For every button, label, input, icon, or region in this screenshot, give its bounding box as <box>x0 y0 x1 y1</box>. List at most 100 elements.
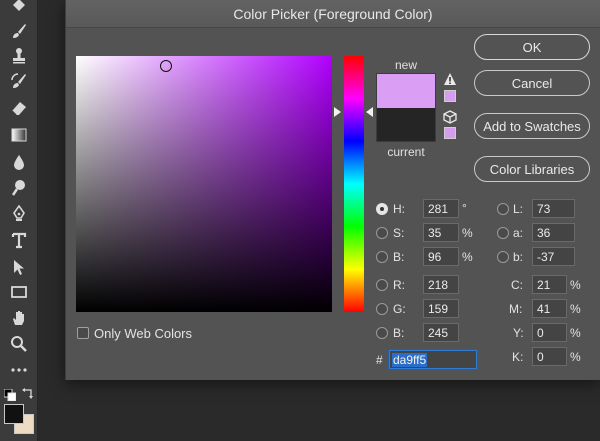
dodge-icon <box>11 180 25 196</box>
new-color-label: new <box>394 58 417 72</box>
type-tool[interactable] <box>5 229 33 251</box>
eraser-icon <box>11 102 26 116</box>
gradient-tool[interactable] <box>5 124 33 146</box>
b-channel-label: b: <box>513 250 524 264</box>
foreground-color-swatch[interactable] <box>4 404 24 424</box>
hex-value: da9ff5 <box>392 353 428 367</box>
pen-icon <box>13 205 25 221</box>
web-safe-warning-icon[interactable] <box>443 110 457 124</box>
web-safe-correction-swatch[interactable] <box>444 127 456 139</box>
black-label: K: <box>512 350 524 364</box>
saturation-label: S: <box>393 226 405 240</box>
tools-panel <box>0 0 38 441</box>
blur-tool[interactable] <box>5 151 33 173</box>
lightness-label: L: <box>513 202 524 216</box>
red-field[interactable]: 218 <box>423 275 459 294</box>
green-radio[interactable] <box>376 303 388 315</box>
eraser-tool[interactable] <box>5 97 33 119</box>
saturation-unit: % <box>462 226 473 240</box>
blue-label: B: <box>393 326 405 340</box>
hand-icon <box>13 311 24 325</box>
color-picker-ring[interactable] <box>160 60 172 72</box>
a-channel-field[interactable]: 36 <box>532 223 575 242</box>
hue-unit: ° <box>462 201 467 215</box>
clone-stamp-icon <box>13 48 25 64</box>
dodge-tool[interactable] <box>5 177 33 199</box>
clone-stamp-tool[interactable] <box>5 45 33 67</box>
hue-field[interactable]: 281 <box>423 199 459 218</box>
cyan-unit: % <box>570 278 581 292</box>
cancel-button[interactable]: Cancel <box>474 70 590 96</box>
current-color-label: current <box>387 145 425 159</box>
hue-radio[interactable] <box>376 203 388 215</box>
zoom-icon <box>11 336 27 352</box>
default-colors-icon[interactable] <box>4 389 16 401</box>
brush-icon <box>13 24 26 38</box>
cyan-label: C: <box>511 278 523 292</box>
yellow-unit: % <box>570 326 581 340</box>
brightness-radio[interactable] <box>376 251 388 263</box>
type-icon <box>11 232 27 249</box>
rectangle-tool[interactable] <box>5 281 33 303</box>
magenta-unit: % <box>570 302 581 316</box>
saturation-radio[interactable] <box>376 227 388 239</box>
brightness-label: B: <box>393 250 405 264</box>
color-picker-dialog: Color Picker (Foreground Color) new curr… <box>65 0 600 380</box>
green-field[interactable]: 159 <box>423 299 459 318</box>
dialog-title: Color Picker (Foreground Color) <box>66 0 600 28</box>
magenta-label: M: <box>509 302 523 316</box>
color-libraries-button[interactable]: Color Libraries <box>474 156 590 182</box>
hand-tool[interactable] <box>5 307 33 329</box>
paint-bucket-tool[interactable] <box>5 0 33 16</box>
zoom-tool[interactable] <box>5 333 33 355</box>
brightness-field[interactable]: 96 <box>423 247 459 266</box>
more-tools[interactable] <box>5 359 33 381</box>
rectangle-icon <box>11 286 27 298</box>
brush-tool[interactable] <box>5 20 33 42</box>
paint-bucket-icon <box>13 0 25 11</box>
blue-field[interactable]: 245 <box>423 323 459 342</box>
hue-slider-handle-right[interactable] <box>366 107 373 117</box>
magenta-field[interactable]: 41 <box>532 299 567 318</box>
history-brush-tool[interactable] <box>5 70 33 92</box>
swap-colors-icon[interactable] <box>22 387 34 399</box>
pen-tool[interactable] <box>5 203 33 225</box>
hue-slider-handle-left[interactable] <box>334 107 341 117</box>
path-selection-tool[interactable] <box>5 256 33 278</box>
hue-slider[interactable] <box>344 56 364 312</box>
current-color-swatch[interactable] <box>376 108 436 142</box>
a-channel-label: a: <box>513 226 524 240</box>
only-web-colors-label: Only Web Colors <box>94 326 193 341</box>
blur-drop-icon <box>14 155 24 170</box>
lightness-field[interactable]: 73 <box>532 199 575 218</box>
brightness-unit: % <box>462 250 473 264</box>
more-icon <box>11 368 27 372</box>
lightness-radio[interactable] <box>497 203 509 215</box>
saturation-field[interactable]: 35 <box>423 223 459 242</box>
out-of-gamut-warning-icon[interactable] <box>443 72 457 86</box>
add-to-swatches-button[interactable]: Add to Swatches <box>474 113 590 139</box>
history-brush-icon <box>11 73 26 88</box>
red-label: R: <box>393 278 405 292</box>
black-unit: % <box>570 350 581 364</box>
new-color-swatch <box>376 73 436 108</box>
yellow-field[interactable]: 0 <box>532 323 567 342</box>
color-field[interactable] <box>76 56 332 312</box>
hue-label: H: <box>393 202 405 216</box>
a-channel-radio[interactable] <box>497 227 509 239</box>
hex-field[interactable]: da9ff5 <box>388 349 478 370</box>
blue-radio[interactable] <box>376 327 388 339</box>
gradient-icon <box>11 128 27 142</box>
yellow-label: Y: <box>513 326 524 340</box>
hex-label: # <box>376 353 383 367</box>
path-selection-icon <box>14 260 24 275</box>
red-radio[interactable] <box>376 279 388 291</box>
gamut-correction-swatch[interactable] <box>444 90 456 102</box>
ok-button[interactable]: OK <box>474 34 590 60</box>
b-channel-radio[interactable] <box>497 251 509 263</box>
b-channel-field[interactable]: -37 <box>532 247 575 266</box>
green-label: G: <box>393 302 406 316</box>
black-field[interactable]: 0 <box>532 347 567 366</box>
cyan-field[interactable]: 21 <box>532 275 567 294</box>
only-web-colors-checkbox[interactable] <box>77 327 89 339</box>
